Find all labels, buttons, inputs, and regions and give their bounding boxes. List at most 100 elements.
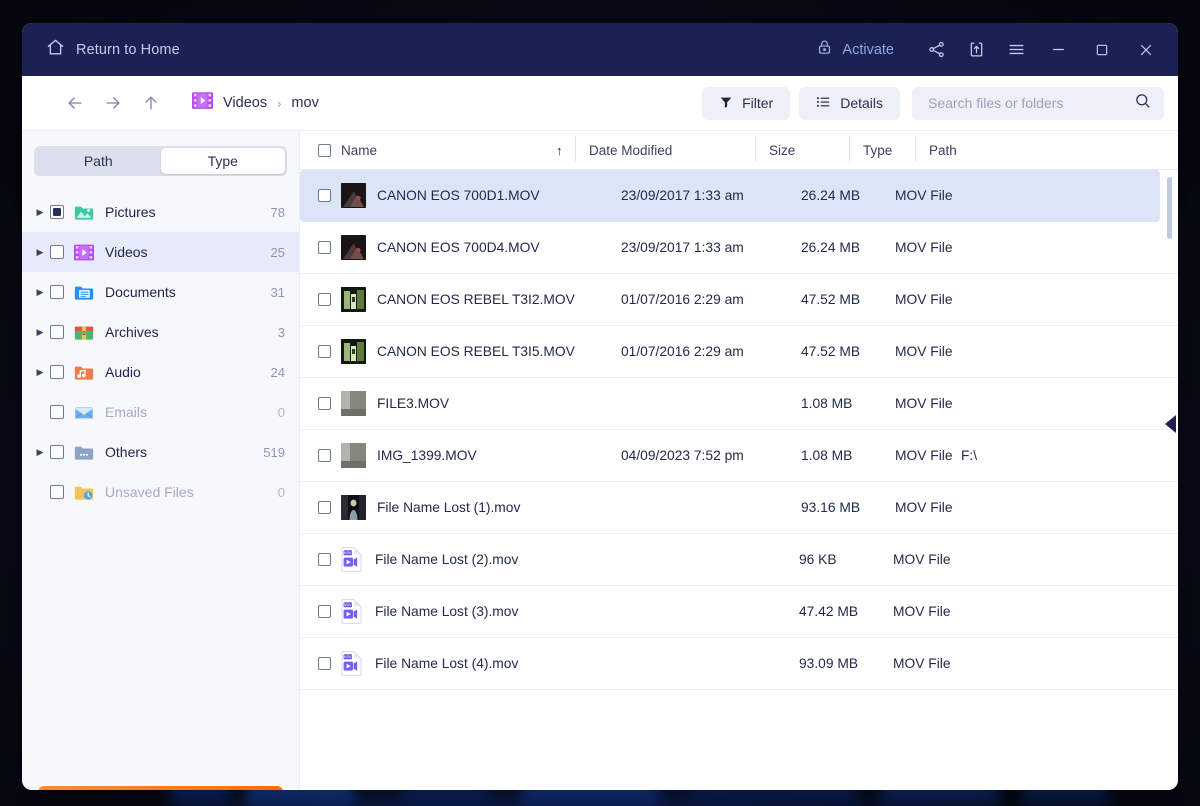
category-checkbox[interactable] (50, 285, 64, 299)
sidebar-item-videos[interactable]: ▶ Videos 25 (22, 232, 299, 272)
sidebar-item-count: 31 (270, 284, 285, 300)
tab-type[interactable]: Type (160, 148, 285, 174)
select-all-checkbox[interactable] (318, 143, 331, 157)
activate-button[interactable]: Activate (38, 786, 283, 790)
category-checkbox[interactable] (50, 245, 64, 259)
row-checkbox[interactable] (318, 553, 331, 566)
row-checkbox[interactable] (318, 501, 331, 514)
cell-type: MOV File (895, 344, 953, 359)
table-row[interactable]: CANON EOS REBEL T3I5.MOV 01/07/2016 2:29 … (300, 326, 1178, 378)
sidebar-footer: Activate (22, 774, 299, 790)
table-row[interactable]: CANON EOS 700D4.MOV 23/09/2017 1:33 am 26.… (300, 222, 1178, 274)
column-header-date-modified[interactable]: Date Modified (575, 135, 769, 161)
category-checkbox[interactable] (50, 365, 64, 379)
sidebar-item-pictures[interactable]: ▶ Pictures 78 (22, 192, 299, 232)
table-row[interactable]: CANON EOS 700D1.MOV 23/09/2017 1:33 am 26.… (300, 170, 1160, 222)
home-icon (46, 38, 65, 62)
filter-button[interactable]: Filter (702, 86, 791, 120)
table-row[interactable]: File Name Lost (1).mov 93.16 MB MOV File (300, 482, 1178, 534)
row-checkbox[interactable] (318, 189, 331, 202)
expand-caret-icon[interactable]: ▶ (32, 287, 48, 298)
column-header-type-label: Type (863, 142, 893, 158)
details-label: Details (840, 95, 883, 111)
category-checkbox[interactable] (50, 485, 64, 499)
close-icon[interactable] (1124, 32, 1168, 68)
sidebar-item-emails[interactable]: ▶Emails0 (22, 392, 299, 432)
column-header-path[interactable]: Path (915, 135, 1049, 161)
cell-size: 93.09 MB (799, 656, 859, 671)
cell-date: 01/07/2016 2:29 am (621, 292, 744, 307)
breadcrumb-item-mov[interactable]: mov (291, 95, 318, 111)
menu-icon[interactable] (996, 32, 1036, 68)
category-tree: ▶ Pictures 78 ▶ Videos 25 ▶ Documents 31 ▶ Archive… (22, 186, 299, 774)
row-checkbox[interactable] (318, 345, 331, 358)
expand-caret-icon[interactable]: ▶ (32, 207, 48, 218)
cell-name: IMG_1399.MOV (377, 448, 477, 463)
sidebar-item-count: 3 (277, 324, 285, 340)
svg-text:MOV: MOV (344, 603, 352, 607)
breadcrumb-item-videos[interactable]: Videos (223, 95, 267, 111)
sidebar-item-unsaved-files[interactable]: ▶Unsaved Files0 (22, 472, 299, 512)
cell-name: CANON EOS REBEL T3I5.MOV (377, 344, 575, 359)
collapse-panel-icon[interactable] (1165, 415, 1176, 433)
minimize-icon[interactable] (1036, 32, 1080, 68)
category-checkbox[interactable] (50, 325, 64, 339)
sidebar-item-archives[interactable]: ▶ Archives 3 (22, 312, 299, 352)
expand-caret-icon[interactable]: ▶ (32, 327, 48, 338)
svg-text:MOV: MOV (344, 551, 352, 555)
cell-type: MOV File (895, 448, 953, 463)
mov-file-icon: MOV (341, 547, 362, 572)
table-row[interactable]: FILE3.MOV 1.08 MB MOV File (300, 378, 1178, 430)
row-checkbox[interactable] (318, 605, 331, 618)
return-to-home-button[interactable]: Return to Home (42, 32, 184, 68)
table-row[interactable]: MOV File Name Lost (3).mov 47.42 MB MOV Fil… (300, 586, 1178, 638)
sort-indicator[interactable]: ↑ (556, 143, 563, 158)
table-row[interactable]: MOV File Name Lost (4).mov 93.09 MB MOV Fil… (300, 638, 1178, 690)
category-checkbox[interactable] (50, 445, 64, 459)
arrow-right-icon[interactable] (94, 84, 132, 122)
category-checkbox[interactable] (50, 205, 64, 219)
row-checkbox[interactable] (318, 397, 331, 410)
expand-caret-icon[interactable]: ▶ (32, 447, 48, 458)
cell-name: File Name Lost (3).mov (375, 604, 519, 619)
column-header-path-label: Path (929, 142, 957, 158)
search-icon[interactable] (1134, 92, 1151, 114)
table-row[interactable]: IMG_1399.MOV 04/09/2023 7:52 pm 1.08 MB MOV… (300, 430, 1178, 482)
activate-titlebar-button[interactable]: Activate (806, 33, 904, 67)
arrow-left-icon[interactable] (56, 84, 94, 122)
table-row[interactable]: CANON EOS REBEL T3I2.MOV 01/07/2016 2:29 … (300, 274, 1178, 326)
column-header-name[interactable]: Name (318, 143, 589, 158)
column-header-date-label: Date Modified (589, 142, 673, 158)
category-checkbox[interactable] (50, 405, 64, 419)
tab-path[interactable]: Path (36, 148, 161, 174)
sidebar-item-others[interactable]: ▶ Others 519 (22, 432, 299, 472)
vertical-scrollbar[interactable] (1167, 177, 1172, 239)
search-input[interactable] (928, 95, 1134, 111)
sidebar: Path Type ▶ Pictures 78 ▶ Videos 25 ▶ Documents… (22, 131, 300, 790)
maximize-icon[interactable] (1080, 32, 1124, 68)
cell-name: File Name Lost (1).mov (377, 500, 521, 515)
sidebar-item-documents[interactable]: ▶ Documents 31 (22, 272, 299, 312)
sidebar-item-count: 78 (270, 204, 285, 220)
lock-icon (816, 39, 833, 61)
expand-caret-icon[interactable]: ▶ (32, 367, 48, 378)
upgrade-icon[interactable] (956, 32, 996, 68)
column-header-type[interactable]: Type (849, 135, 929, 161)
row-checkbox[interactable] (318, 449, 331, 462)
row-checkbox[interactable] (318, 241, 331, 254)
expand-caret-icon[interactable]: ▶ (32, 247, 48, 258)
row-checkbox[interactable] (318, 657, 331, 670)
sidebar-item-count: 519 (263, 444, 285, 460)
sidebar-item-audio[interactable]: ▶ Audio 24 (22, 352, 299, 392)
search-box[interactable] (912, 86, 1164, 120)
sidebar-item-label: Videos (105, 244, 148, 260)
sidebar-item-label: Audio (105, 364, 141, 380)
table-row[interactable]: MOV File Name Lost (2).mov 96 KB MOV File (300, 534, 1178, 586)
share-icon[interactable] (916, 32, 956, 68)
arrow-up-icon[interactable] (132, 84, 170, 122)
cell-size: 1.08 MB (801, 396, 853, 411)
row-checkbox[interactable] (318, 293, 331, 306)
cell-type: MOV File (893, 552, 951, 567)
file-thumbnail (341, 495, 366, 520)
details-button[interactable]: Details (799, 86, 900, 120)
